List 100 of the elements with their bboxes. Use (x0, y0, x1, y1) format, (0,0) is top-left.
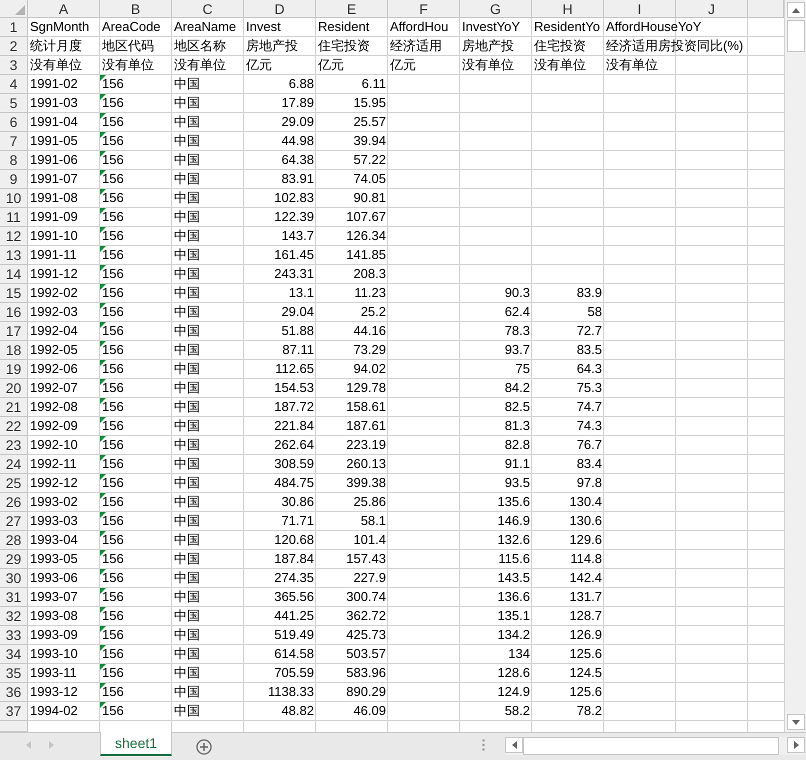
column-header[interactable]: C (172, 0, 244, 18)
cell-text: 135.6 (497, 494, 530, 509)
cell-text: 中国 (174, 380, 200, 395)
column-header[interactable]: F (388, 0, 460, 18)
row-header[interactable]: 11 (0, 208, 28, 227)
row-header[interactable]: 29 (0, 550, 28, 569)
caret-up-icon (792, 8, 800, 12)
cell-text: 134.2 (497, 627, 530, 642)
row-header[interactable]: 17 (0, 322, 28, 341)
scroll-up-button[interactable] (786, 2, 804, 18)
column-header[interactable]: E (316, 0, 388, 18)
row-header[interactable]: 2 (0, 37, 28, 56)
select-all-icon[interactable] (15, 5, 25, 15)
scroll-right-button[interactable] (787, 737, 806, 753)
cell-text: 87.11 (282, 342, 314, 357)
column-header[interactable]: B (100, 0, 172, 18)
cell-text: 83.5 (576, 342, 602, 357)
row-header[interactable]: 21 (0, 398, 28, 417)
cell-text: 129.6 (569, 532, 602, 547)
cell-text: 1992-09 (30, 418, 78, 433)
cell-text: 156 (102, 209, 124, 224)
row-header[interactable]: 12 (0, 227, 28, 246)
cell-text: 中国 (174, 627, 200, 642)
row-header[interactable]: 4 (0, 75, 28, 94)
row-header[interactable]: 28 (0, 531, 28, 550)
cell-text: 82.5 (504, 399, 530, 414)
cell-text: 157.43 (346, 551, 386, 566)
add-sheet-icon[interactable] (196, 739, 212, 755)
cell-text: 1993-06 (30, 570, 78, 585)
column-header[interactable]: J (676, 0, 748, 18)
column-header[interactable]: I (604, 0, 676, 18)
previous-sheet-icon[interactable] (26, 741, 31, 749)
cell-text: 90.81 (353, 190, 386, 205)
row-header[interactable]: 13 (0, 246, 28, 265)
row-header[interactable]: 14 (0, 265, 28, 284)
row-header[interactable]: 25 (0, 474, 28, 493)
cell-text: AreaCode (102, 19, 161, 34)
row-header[interactable]: 30 (0, 569, 28, 588)
cell-text: 262.64 (274, 437, 314, 452)
row-header[interactable]: 20 (0, 379, 28, 398)
row-header[interactable]: 18 (0, 341, 28, 360)
column-header[interactable]: G (460, 0, 532, 18)
row-header[interactable]: 9 (0, 170, 28, 189)
cell-text: 中国 (174, 76, 200, 91)
row-header[interactable]: 26 (0, 493, 28, 512)
cell-text: 91.1 (504, 456, 530, 471)
cell-text: 75.3 (576, 380, 602, 395)
row-header[interactable] (0, 721, 28, 732)
cell-text: 1991-11 (30, 247, 77, 262)
cell-text: 25.57 (353, 114, 386, 129)
cell-text: 72.7 (576, 323, 602, 338)
cell-text: 156 (102, 589, 124, 604)
cell-text: 128.7 (569, 608, 602, 623)
row-header[interactable]: 32 (0, 607, 28, 626)
next-sheet-icon[interactable] (49, 741, 54, 749)
row-header[interactable]: 36 (0, 683, 28, 702)
row-header[interactable]: 34 (0, 645, 28, 664)
row-header[interactable]: 23 (0, 436, 28, 455)
cell-text: 30.86 (281, 494, 314, 509)
cell-text: 399.38 (346, 475, 386, 490)
row-header[interactable]: 15 (0, 284, 28, 303)
row-header[interactable]: 19 (0, 360, 28, 379)
cell-text: 中国 (174, 532, 200, 547)
cell-text: 156 (102, 304, 124, 319)
row-header[interactable]: 3 (0, 56, 28, 75)
cell-text: 中国 (174, 418, 200, 433)
cell-text: 中国 (174, 209, 200, 224)
scrollbar-thumb[interactable] (786, 20, 804, 52)
cell-text: 25.2 (360, 304, 386, 319)
cell-text: 274.35 (274, 570, 314, 585)
cell-text: 15.95 (353, 95, 386, 110)
row-header[interactable]: 31 (0, 588, 28, 607)
cell-text: 1992-04 (30, 323, 78, 338)
row-header[interactable]: 5 (0, 94, 28, 113)
row-header[interactable]: 27 (0, 512, 28, 531)
scroll-down-button[interactable] (786, 714, 804, 730)
cell-text: 132.6 (497, 532, 530, 547)
row-header[interactable]: 22 (0, 417, 28, 436)
scroll-left-button[interactable] (505, 737, 524, 753)
cell-text: 143.5 (497, 570, 530, 585)
drag-handle-icon[interactable] (482, 739, 486, 751)
row-header[interactable]: 7 (0, 132, 28, 151)
cell-text: 中国 (174, 570, 200, 585)
row-header[interactable]: 33 (0, 626, 28, 645)
cell-text: 1991-05 (30, 133, 78, 148)
row-header[interactable]: 6 (0, 113, 28, 132)
column-header[interactable]: D (244, 0, 316, 18)
row-header[interactable]: 37 (0, 702, 28, 721)
row-header[interactable]: 1 (0, 18, 28, 37)
row-header[interactable]: 16 (0, 303, 28, 322)
row-header[interactable]: 8 (0, 151, 28, 170)
column-header[interactable]: H (532, 0, 604, 18)
column-header[interactable]: A (28, 0, 100, 18)
scrollbar-thumb[interactable] (523, 737, 780, 755)
row-header[interactable]: 10 (0, 189, 28, 208)
cell-text: 156 (102, 570, 124, 585)
sheet-tab[interactable]: sheet1 (100, 732, 172, 756)
cell-text: 1993-05 (30, 551, 78, 566)
row-header[interactable]: 24 (0, 455, 28, 474)
row-header[interactable]: 35 (0, 664, 28, 683)
